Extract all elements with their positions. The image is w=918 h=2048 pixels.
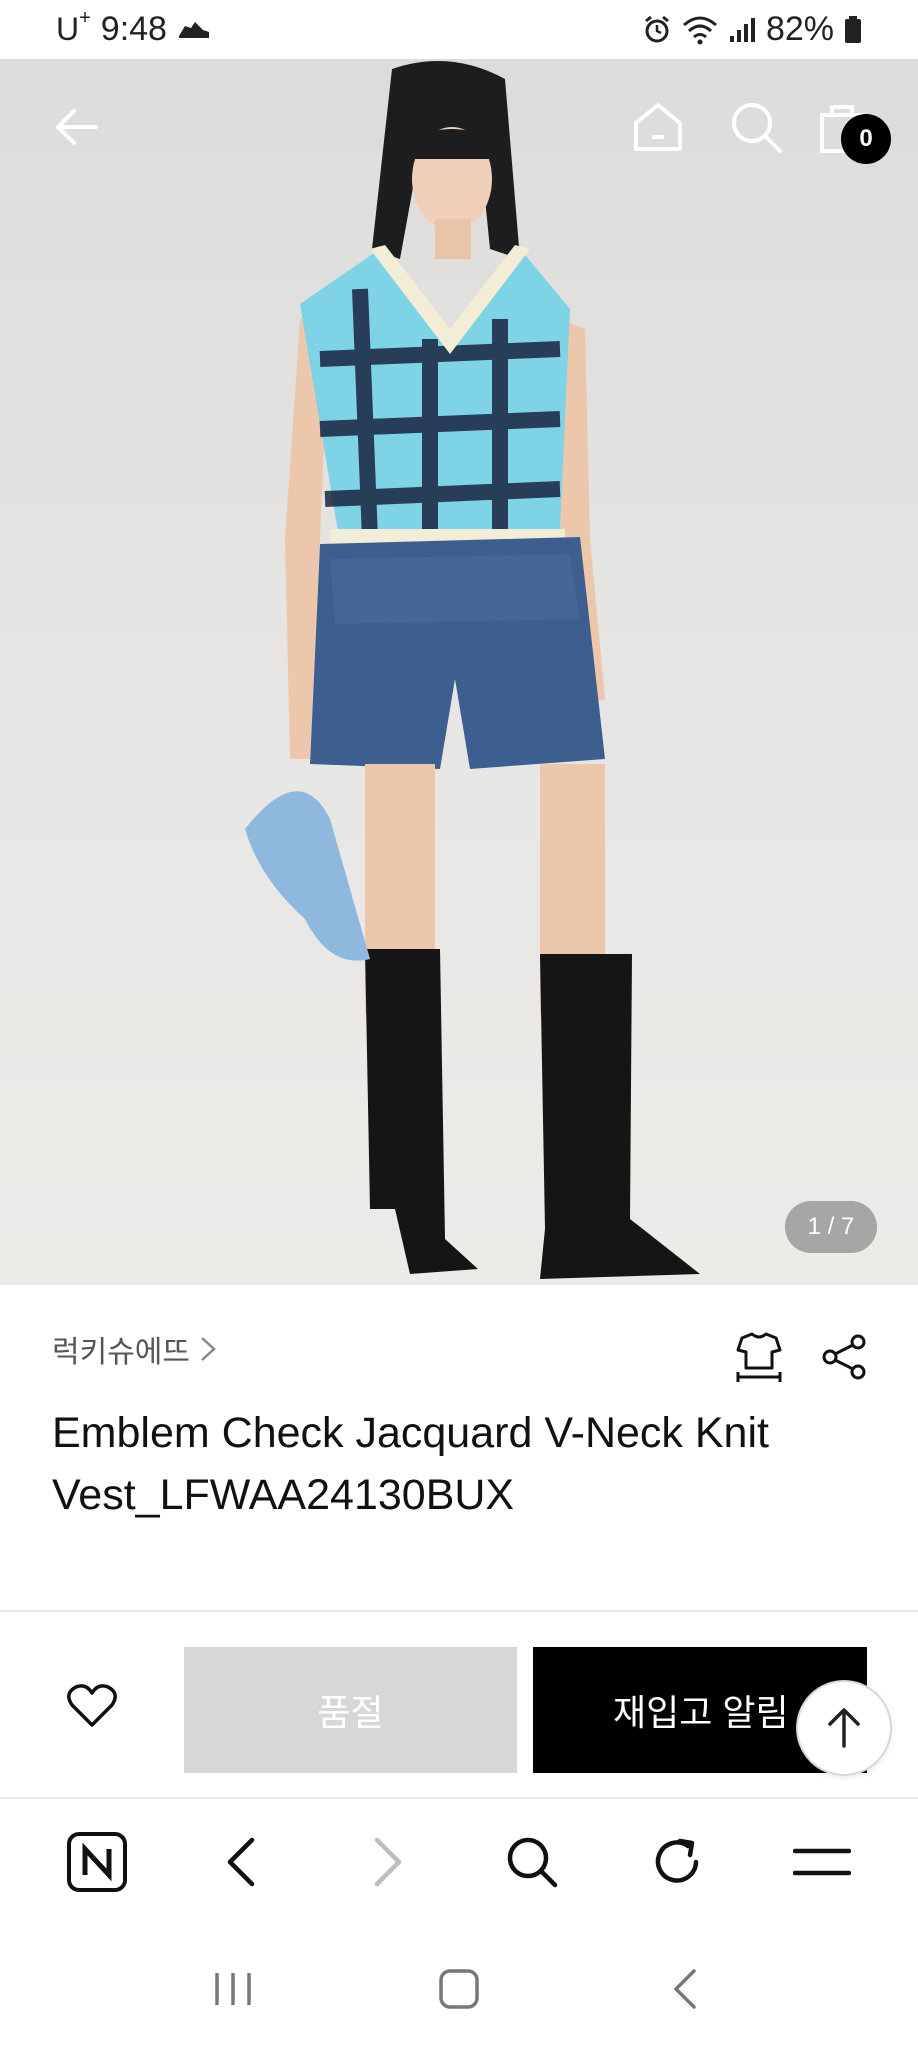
- battery-icon: [845, 15, 861, 43]
- brand-name[interactable]: 럭키슈에뜨: [52, 1327, 190, 1371]
- menu-icon: [792, 1848, 851, 1876]
- soldout-button[interactable]: 품절: [184, 1647, 517, 1773]
- naver-home-button[interactable]: [47, 1812, 147, 1912]
- browser-toolbar: [0, 1799, 918, 1925]
- browser-back-button[interactable]: [192, 1812, 292, 1912]
- shoe-icon: [178, 21, 209, 38]
- signal-icon: [729, 17, 755, 42]
- scroll-to-top-button[interactable]: [796, 1680, 892, 1776]
- status-right: 82%: [642, 10, 862, 49]
- share-icon[interactable]: [820, 1332, 870, 1382]
- wishlist-button[interactable]: [60, 1676, 124, 1736]
- home-square-icon: [439, 1969, 479, 2009]
- size-guide-icon[interactable]: [732, 1330, 786, 1384]
- product-image-carousel[interactable]: 0 1 / 7: [0, 59, 918, 1285]
- refresh-icon: [655, 1838, 698, 1883]
- wifi-icon: [682, 16, 717, 44]
- status-time: 9:48: [100, 10, 167, 48]
- divider: [0, 1610, 918, 1612]
- image-page-indicator: 1 / 7: [785, 1201, 877, 1253]
- status-left: U+ 9:48: [56, 7, 211, 49]
- chevron-right-icon: [201, 1337, 216, 1361]
- system-home-button[interactable]: [414, 1954, 504, 2024]
- home-icon[interactable]: [630, 99, 686, 155]
- heart-icon: [67, 1684, 117, 1727]
- browser-menu-button[interactable]: [772, 1812, 872, 1912]
- product-info-actions: [732, 1330, 870, 1384]
- cart-count-badge[interactable]: 0: [841, 114, 891, 164]
- naver-n-icon: [66, 1832, 127, 1892]
- chevron-left-icon: [674, 1969, 696, 2009]
- product-photo: [245, 61, 700, 1279]
- search-icon: [507, 1837, 557, 1888]
- brand-link[interactable]: 럭키슈에뜨: [52, 1327, 220, 1371]
- system-back-button[interactable]: [640, 1954, 730, 2024]
- carrier-label: U+: [56, 7, 91, 47]
- system-navigation-bar: [0, 1930, 918, 2048]
- browser-refresh-button[interactable]: [627, 1812, 727, 1912]
- search-icon[interactable]: [728, 99, 784, 155]
- arrow-up-icon: [828, 1708, 860, 1748]
- status-bar: U+ 9:48 82%: [0, 0, 918, 59]
- chevron-right-icon: [374, 1837, 401, 1887]
- browser-search-button[interactable]: [482, 1812, 582, 1912]
- recent-apps-button[interactable]: [188, 1954, 278, 2024]
- browser-forward-button[interactable]: [337, 1812, 437, 1912]
- battery-percent: 82%: [765, 10, 834, 48]
- product-title: Emblem Check Jacquard V-Neck Knit Vest_L…: [52, 1409, 769, 1519]
- recent-apps-icon: [215, 1973, 251, 2005]
- chevron-left-icon: [227, 1837, 254, 1887]
- alarm-icon: [645, 15, 669, 42]
- back-arrow-icon[interactable]: [50, 99, 106, 155]
